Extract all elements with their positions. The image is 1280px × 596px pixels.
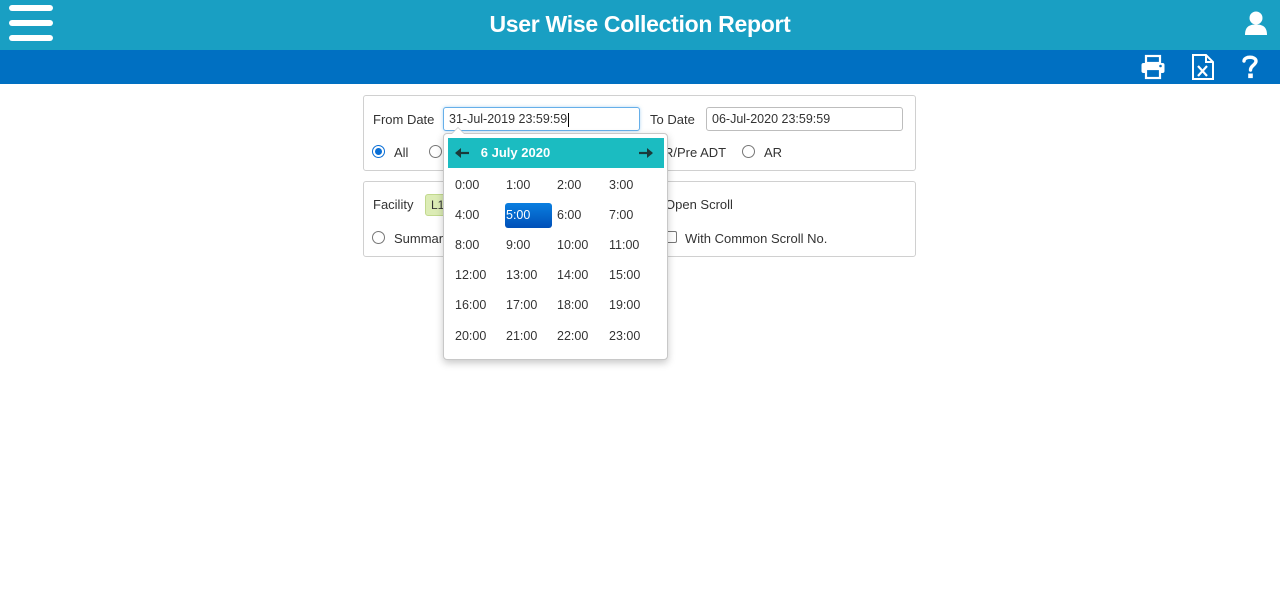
from-date-label: From Date — [373, 112, 435, 127]
hour-option[interactable]: 2:00 — [556, 173, 603, 198]
hour-option[interactable]: 8:00 — [454, 233, 501, 258]
radio-ar[interactable] — [742, 145, 755, 158]
from-date-value: 31-Jul-2019 23:59:59 — [449, 112, 568, 126]
facility-label: Facility — [373, 197, 414, 212]
radio-all[interactable] — [372, 145, 385, 158]
radio-option-2[interactable] — [429, 145, 442, 158]
hour-option[interactable]: 22:00 — [556, 324, 603, 349]
hour-option[interactable]: 12:00 — [454, 263, 501, 288]
hour-option[interactable]: 10:00 — [556, 233, 603, 258]
hamburger-menu-icon[interactable] — [9, 4, 54, 44]
print-icon[interactable] — [1140, 53, 1166, 81]
hour-option[interactable]: 21:00 — [505, 324, 552, 349]
radio-summary-label: Summary — [394, 231, 450, 246]
hour-option[interactable]: 1:00 — [505, 173, 552, 198]
hour-option[interactable]: 6:00 — [556, 203, 603, 228]
hour-option[interactable]: 18:00 — [556, 293, 603, 318]
app-header: User Wise Collection Report — [0, 0, 1280, 50]
page-title: User Wise Collection Report — [489, 11, 791, 37]
hour-option[interactable]: 11:00 — [608, 233, 655, 258]
open-scroll-label: Open Scroll — [665, 197, 733, 212]
hour-option[interactable]: 5:00 — [505, 203, 552, 228]
hour-option[interactable]: 15:00 — [608, 263, 655, 288]
hour-option[interactable]: 14:00 — [556, 263, 603, 288]
time-picker-popup: 6 July 2020 0:00 1:00 2:00 3:00 4:00 5:00 6:00… — [443, 127, 668, 360]
hour-option[interactable]: 9:00 — [505, 233, 552, 258]
common-scroll-label: With Common Scroll No. — [685, 231, 828, 246]
action-toolbar — [0, 50, 1280, 84]
user-icon[interactable] — [1243, 10, 1269, 36]
from-date-input[interactable]: 31-Jul-2019 23:59:59 — [443, 107, 640, 131]
hour-option[interactable]: 13:00 — [505, 263, 552, 288]
excel-export-icon[interactable] — [1190, 53, 1216, 81]
hour-option[interactable]: 3:00 — [608, 173, 655, 198]
hour-option[interactable]: 17:00 — [505, 293, 552, 318]
to-date-input[interactable]: 06-Jul-2020 23:59:59 — [706, 107, 903, 131]
picker-header: 6 July 2020 — [448, 138, 664, 168]
hour-option[interactable]: 4:00 — [454, 203, 501, 228]
radio-ar-label: AR — [764, 145, 783, 160]
radio-summary[interactable] — [372, 231, 385, 244]
hour-option[interactable]: 16:00 — [454, 293, 501, 318]
picker-pointer — [451, 127, 465, 134]
hour-option[interactable]: 23:00 — [608, 324, 655, 349]
picker-title[interactable]: 6 July 2020 — [448, 138, 583, 168]
hour-option[interactable]: 7:00 — [608, 203, 655, 228]
arrow-right-icon[interactable] — [634, 138, 658, 168]
radio-pre-adt-label: R/Pre ADT — [664, 145, 727, 160]
hour-option[interactable]: 19:00 — [608, 293, 655, 318]
hour-option[interactable]: 20:00 — [454, 324, 501, 349]
to-date-label: To Date — [650, 112, 695, 127]
radio-all-label: All — [394, 145, 409, 160]
help-icon[interactable] — [1240, 53, 1260, 81]
hour-option[interactable]: 0:00 — [454, 173, 501, 198]
